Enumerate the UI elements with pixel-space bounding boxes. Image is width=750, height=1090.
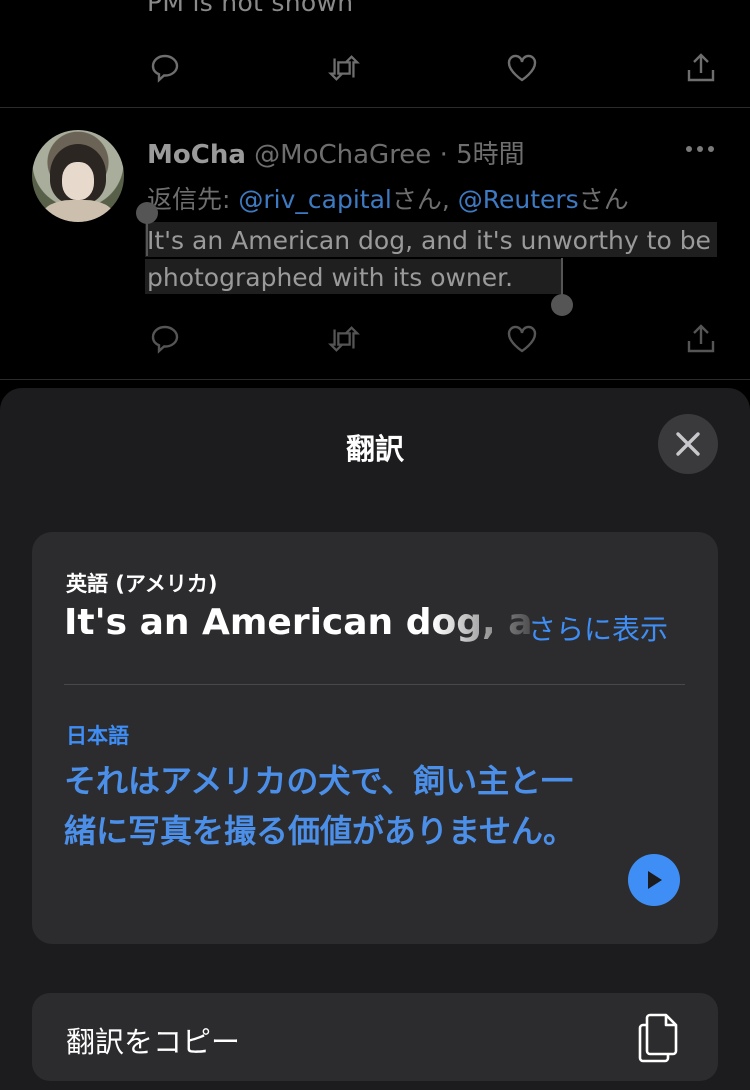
reply-to-line: 返信先: @riv_capitalさん, @Reutersさん: [147, 180, 629, 216]
mention-link[interactable]: @Reuters: [458, 185, 579, 214]
selection-end-bar: [561, 258, 563, 296]
retweet-icon[interactable]: [327, 322, 361, 356]
reply-prefix: 返信先:: [147, 185, 239, 214]
previous-tweet-text: PM is not shown: [147, 0, 354, 17]
show-more-link[interactable]: さらに表示: [528, 608, 668, 648]
close-icon: [676, 432, 700, 456]
reply-icon[interactable]: [148, 51, 182, 85]
previous-tweet-actions: [148, 50, 718, 86]
honorific: さん,: [391, 185, 458, 214]
card-divider: [64, 684, 685, 685]
tweet-timeline: PM is not shown MoCha @MoChaGree · 5時間 返…: [0, 0, 750, 390]
retweet-icon[interactable]: [327, 51, 361, 85]
source-text-fade: [432, 602, 532, 652]
tweet-author-name[interactable]: MoCha: [147, 140, 246, 170]
honorific: さん: [578, 185, 629, 214]
share-icon[interactable]: [684, 322, 718, 356]
avatar[interactable]: [32, 130, 124, 222]
selection-start-handle[interactable]: [136, 202, 158, 224]
copy-translation-label: 翻訳をコピー: [66, 1025, 241, 1059]
like-icon[interactable]: [505, 322, 539, 356]
reply-icon[interactable]: [148, 322, 182, 356]
selection-end-handle[interactable]: [551, 294, 573, 316]
translate-sheet: 翻訳 英語 (アメリカ) It's an American dog, and i…: [0, 388, 750, 1090]
mention-link[interactable]: @riv_capital: [238, 185, 391, 214]
share-icon[interactable]: [684, 51, 718, 85]
like-icon[interactable]: [505, 51, 539, 85]
tweet-author-handle: @MoChaGree · 5時間: [254, 140, 525, 170]
play-icon: [648, 871, 662, 889]
play-translation-button[interactable]: [628, 854, 680, 906]
selection-start-bar: [146, 222, 148, 256]
close-button[interactable]: [658, 414, 718, 474]
copy-translation-button[interactable]: 翻訳をコピー: [32, 993, 718, 1081]
sheet-title: 翻訳: [345, 432, 404, 466]
source-language-label: 英語 (アメリカ): [66, 572, 218, 596]
tweet-divider: [0, 107, 750, 108]
tweet-body[interactable]: It's an American dog, and it's unworthy …: [147, 222, 717, 296]
tweet-actions: [148, 321, 718, 357]
copy-icon: [638, 1013, 678, 1063]
more-options-icon[interactable]: [686, 146, 714, 152]
tweet-divider: [0, 379, 750, 380]
translated-text: それはアメリカの犬で、飼い主と一緒に写真を撮る価値がありません。: [64, 762, 576, 850]
translation-card: 英語 (アメリカ) It's an American dog, and it's…: [32, 532, 718, 944]
target-language-label: 日本語: [66, 724, 129, 748]
tweet-header: MoCha @MoChaGree · 5時間: [147, 134, 525, 171]
